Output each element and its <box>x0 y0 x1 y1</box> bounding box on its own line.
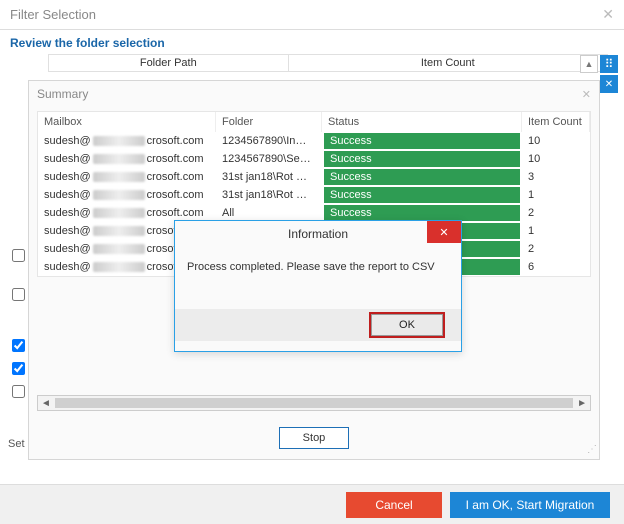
grid-header-row: Mailbox Folder Status Item Count <box>38 112 590 132</box>
cell-mailbox: sudesh@crosoft.com <box>38 186 216 204</box>
dialog-message: Process completed. Please save the repor… <box>175 247 461 309</box>
left-checkbox-3[interactable] <box>12 339 25 352</box>
cell-status: Success <box>322 168 522 186</box>
cell-status: Success <box>322 150 522 168</box>
filter-selection-titlebar: Filter Selection ✕ <box>0 0 624 30</box>
cell-folder: 31st jan18\Rot … <box>216 168 322 186</box>
clear-icon[interactable]: ✕ <box>600 75 618 93</box>
summary-close-icon[interactable]: ✕ <box>582 88 591 101</box>
resize-grip-icon[interactable]: ⋰ <box>587 444 595 455</box>
folder-selection-header-table: Folder Path Item Count <box>48 54 608 72</box>
col-mailbox[interactable]: Mailbox <box>38 112 216 132</box>
scroll-right-icon[interactable]: ► <box>577 398 587 409</box>
col-folder-path[interactable]: Folder Path <box>49 55 289 72</box>
cell-folder: 1234567890\Se… <box>216 150 322 168</box>
col-item-count[interactable]: Item Count <box>288 55 607 72</box>
start-migration-button[interactable]: I am OK, Start Migration <box>450 492 610 518</box>
footer-bar: Cancel I am OK, Start Migration <box>0 484 624 524</box>
left-checkbox-2[interactable] <box>12 288 25 301</box>
scroll-left-icon[interactable]: ◄ <box>41 398 51 409</box>
table-row[interactable]: sudesh@crosoft.com31st jan18\Rot …Succes… <box>38 168 590 186</box>
table-row[interactable]: sudesh@crosoft.com1234567890\In…Success1… <box>38 132 590 150</box>
left-checkbox-1[interactable] <box>12 249 25 262</box>
dialog-titlebar[interactable]: Information ✕ <box>175 221 461 247</box>
cell-item-count: 1 <box>522 222 590 240</box>
cell-folder: 31st jan18\Rot … <box>216 186 322 204</box>
summary-title: Summary <box>37 87 88 101</box>
dialog-footer: OK <box>175 309 461 341</box>
cell-item-count: 3 <box>522 168 590 186</box>
cell-item-count: 10 <box>522 132 590 150</box>
col-item-count[interactable]: Item Count <box>522 112 590 132</box>
cell-mailbox: sudesh@crosoft.com <box>38 168 216 186</box>
select-tool-icon[interactable]: ⠿ <box>600 55 618 73</box>
filter-selection-title: Filter Selection <box>10 7 96 22</box>
left-checkbox-4[interactable] <box>12 362 25 375</box>
stop-button[interactable]: Stop <box>279 427 349 449</box>
cell-item-count: 2 <box>522 204 590 222</box>
review-heading: Review the folder selection <box>0 30 624 54</box>
horizontal-scrollbar[interactable]: ◄ ► <box>37 395 591 411</box>
cancel-button[interactable]: Cancel <box>346 492 442 518</box>
cell-item-count: 1 <box>522 186 590 204</box>
col-status[interactable]: Status <box>322 112 522 132</box>
dialog-close-button[interactable]: ✕ <box>427 221 461 243</box>
col-folder[interactable]: Folder <box>216 112 322 132</box>
dialog-title: Information <box>288 227 348 241</box>
table-row[interactable]: sudesh@crosoft.com31st jan18\Rot …Succes… <box>38 186 590 204</box>
scroll-thumb[interactable] <box>55 398 573 408</box>
cell-mailbox: sudesh@crosoft.com <box>38 132 216 150</box>
left-checkbox-5[interactable] <box>12 385 25 398</box>
close-icon[interactable]: ✕ <box>602 6 614 23</box>
ok-button[interactable]: OK <box>371 314 443 336</box>
cell-mailbox: sudesh@crosoft.com <box>38 150 216 168</box>
sort-asc-icon[interactable]: ▲ <box>580 55 598 73</box>
cell-folder: 1234567890\In… <box>216 132 322 150</box>
cell-status: Success <box>322 186 522 204</box>
cell-item-count: 2 <box>522 240 590 258</box>
set-label: Set <box>8 438 25 450</box>
cell-status: Success <box>322 132 522 150</box>
cell-item-count: 10 <box>522 150 590 168</box>
information-dialog: Information ✕ Process completed. Please … <box>174 220 462 352</box>
table-row[interactable]: sudesh@crosoft.com1234567890\Se…Success1… <box>38 150 590 168</box>
cell-item-count: 6 <box>522 258 590 276</box>
